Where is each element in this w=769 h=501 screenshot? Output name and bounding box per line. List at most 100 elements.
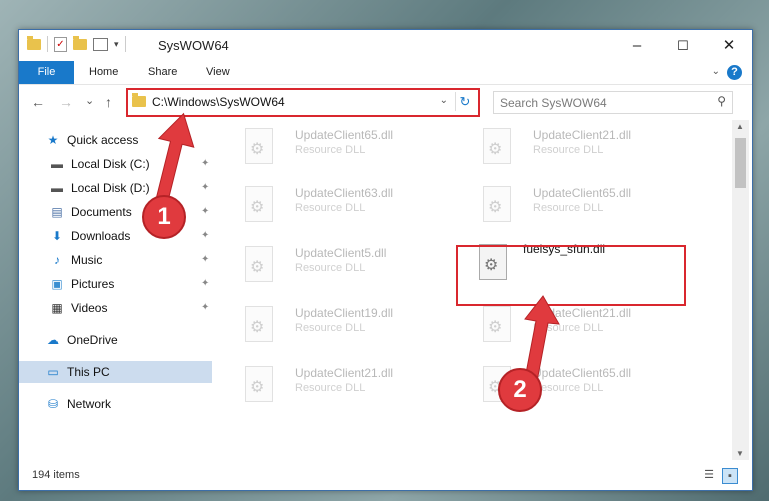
file-name: UpdateClient65.dll	[533, 186, 632, 200]
up-button[interactable]: ↑	[105, 94, 112, 110]
dll-file-icon	[245, 366, 273, 402]
pin-icon[interactable]: ✦	[201, 206, 209, 217]
sidebar-item-this-pc[interactable]: ▭ This PC	[45, 361, 110, 383]
file-type: Resource DLL	[533, 202, 604, 214]
sidebar-item-onedrive[interactable]: ☁ OneDrive	[45, 329, 118, 351]
tab-share[interactable]: Share	[148, 61, 177, 84]
scroll-down-icon[interactable]: ▼	[736, 449, 744, 458]
sidebar-item-label: Downloads	[71, 229, 131, 243]
star-icon: ★	[47, 133, 59, 147]
sidebar-item-quick-access[interactable]: ★ Quick access	[45, 129, 139, 151]
pictures-icon: ▣	[51, 277, 63, 291]
new-folder-icon[interactable]	[73, 35, 87, 50]
sidebar-item-local-disk-d[interactable]: ▬ Local Disk (D:)	[49, 177, 150, 199]
dll-file-icon	[483, 186, 511, 222]
list-item[interactable]: UpdateClient19.dll Resource DLL	[223, 300, 453, 356]
expand-ribbon-icon[interactable]: ⌄	[712, 66, 720, 77]
sidebar-item-documents[interactable]: ▤ Documents	[49, 201, 131, 223]
back-button[interactable]: ←	[31, 94, 45, 110]
step-1-badge: 1	[142, 195, 186, 239]
tab-file[interactable]: File	[19, 61, 74, 84]
tab-view[interactable]: View	[206, 61, 230, 84]
pin-icon[interactable]: ✦	[201, 182, 209, 193]
maximize-button[interactable]: ☐	[660, 30, 706, 61]
step-2-badge: 2	[498, 368, 542, 412]
sidebar-item-label: Quick access	[67, 133, 139, 147]
file-name: UpdateClient63.dll	[295, 186, 394, 200]
sidebar-item-label: Videos	[71, 301, 108, 315]
file-type: Resource DLL	[295, 322, 366, 334]
dll-file-icon	[245, 306, 273, 342]
list-item[interactable]: UpdateClient21.dll Resource DLL	[461, 300, 691, 356]
search-icon[interactable]: ⚲	[717, 94, 726, 108]
onedrive-icon: ☁	[47, 333, 59, 347]
status-bar: 194 items ☰ ▪	[19, 462, 752, 490]
list-item[interactable]: UpdateClient65.dll Resource DLL	[461, 360, 691, 416]
dll-file-icon	[245, 128, 273, 164]
list-item[interactable]: UpdateClient21.dll Resource DLL	[223, 360, 453, 416]
scrollbar-thumb[interactable]	[735, 138, 746, 188]
sidebar-item-pictures[interactable]: ▣ Pictures	[49, 273, 114, 295]
pin-icon[interactable]: ✦	[201, 158, 209, 169]
dll-file-icon	[245, 186, 273, 222]
address-dropdown-icon[interactable]: ⌄	[440, 95, 448, 106]
list-item[interactable]: UpdateClient65.dll Resource DLL	[223, 122, 453, 178]
toolbar-separator	[47, 36, 48, 52]
toolbar-separator	[124, 36, 126, 52]
sidebar-item-label: Music	[71, 253, 103, 267]
list-item[interactable]: UpdateClient5.dll Resource DLL	[223, 240, 453, 296]
folder-icon[interactable]	[27, 35, 41, 50]
search-box[interactable]: Search SysWOW64 ⚲	[493, 91, 733, 114]
file-name: UpdateClient19.dll	[295, 306, 394, 320]
file-highlight-box	[456, 245, 686, 306]
properties-check-icon[interactable]: ✓	[54, 36, 67, 52]
dll-file-icon	[245, 246, 273, 282]
sidebar-item-downloads[interactable]: ⬇ Downloads	[49, 225, 130, 247]
address-text[interactable]: C:\Windows\SysWOW64	[152, 95, 285, 109]
quick-access-toolbar: ✓ ▾	[27, 35, 126, 52]
ribbon-tabs: File Home Share View ⌄ ?	[19, 61, 752, 85]
file-type: Resource DLL	[295, 144, 366, 156]
downloads-icon: ⬇	[51, 229, 63, 243]
vertical-scrollbar[interactable]: ▲ ▼	[732, 120, 749, 460]
properties-icon[interactable]	[93, 37, 108, 51]
pin-icon[interactable]: ✦	[201, 254, 209, 265]
list-item[interactable]: UpdateClient21.dll Resource DLL	[461, 122, 691, 178]
folder-icon	[132, 93, 146, 107]
help-icon[interactable]: ?	[727, 65, 742, 80]
file-type: Resource DLL	[533, 144, 604, 156]
sidebar-item-local-disk-c[interactable]: ▬ Local Disk (C:)	[49, 153, 150, 175]
sidebar-item-network[interactable]: ⛁ Network	[45, 393, 111, 415]
sidebar-item-music[interactable]: ♪ Music	[49, 249, 102, 271]
customize-dropdown-icon[interactable]: ▾	[114, 39, 119, 50]
window-title: SysWOW64	[158, 38, 229, 53]
sidebar-item-label: OneDrive	[67, 333, 118, 347]
file-name: UpdateClient5.dll	[295, 246, 387, 260]
dll-file-icon	[483, 128, 511, 164]
sidebar-item-label: This PC	[67, 365, 110, 379]
details-view-icon[interactable]: ☰	[702, 468, 716, 482]
list-item[interactable]: UpdateClient63.dll Resource DLL	[223, 180, 453, 236]
minimize-button[interactable]: –	[614, 30, 660, 61]
file-type: Resource DLL	[295, 202, 366, 214]
recent-locations-button[interactable]: ⌄	[85, 94, 94, 107]
sidebar-item-label: Local Disk (C:)	[71, 157, 150, 171]
search-input[interactable]: Search SysWOW64	[500, 96, 607, 110]
forward-button[interactable]: →	[59, 94, 73, 110]
sidebar-item-label: Network	[67, 397, 112, 411]
sidebar-item-videos[interactable]: ▦ Videos	[49, 297, 107, 319]
tab-home[interactable]: Home	[89, 61, 118, 84]
pin-icon[interactable]: ✦	[201, 302, 209, 313]
pc-icon: ▭	[47, 365, 59, 379]
pin-icon[interactable]: ✦	[201, 230, 209, 241]
videos-icon: ▦	[51, 301, 63, 315]
item-count: 194 items	[32, 469, 80, 481]
large-icons-view-icon[interactable]: ▪	[722, 468, 738, 484]
refresh-button[interactable]: ↻	[455, 92, 474, 111]
list-item[interactable]: UpdateClient65.dll Resource DLL	[461, 180, 691, 236]
pin-icon[interactable]: ✦	[201, 278, 209, 289]
sidebar-item-label: Pictures	[71, 277, 115, 291]
network-icon: ⛁	[47, 397, 59, 411]
close-button[interactable]: ✕	[706, 30, 752, 61]
scroll-up-icon[interactable]: ▲	[736, 122, 744, 131]
